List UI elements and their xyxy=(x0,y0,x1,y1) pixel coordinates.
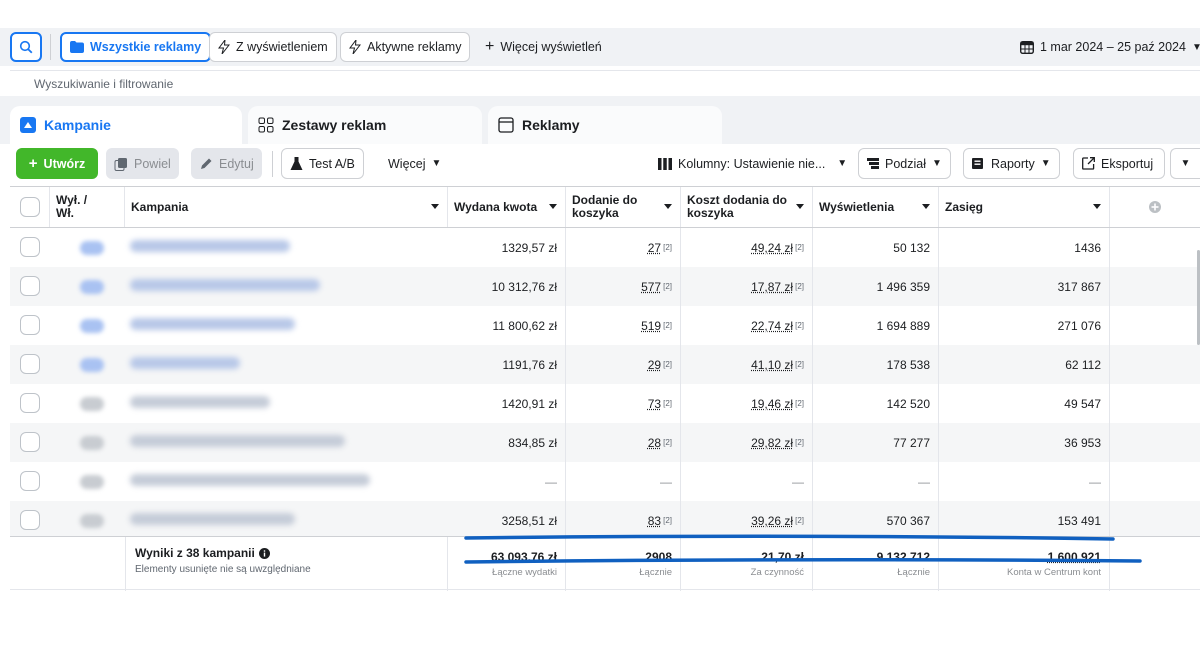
annotation-strokes xyxy=(0,0,1200,650)
annotation-stroke-bottom xyxy=(466,560,1140,562)
annotation-stroke-top xyxy=(466,536,1113,539)
